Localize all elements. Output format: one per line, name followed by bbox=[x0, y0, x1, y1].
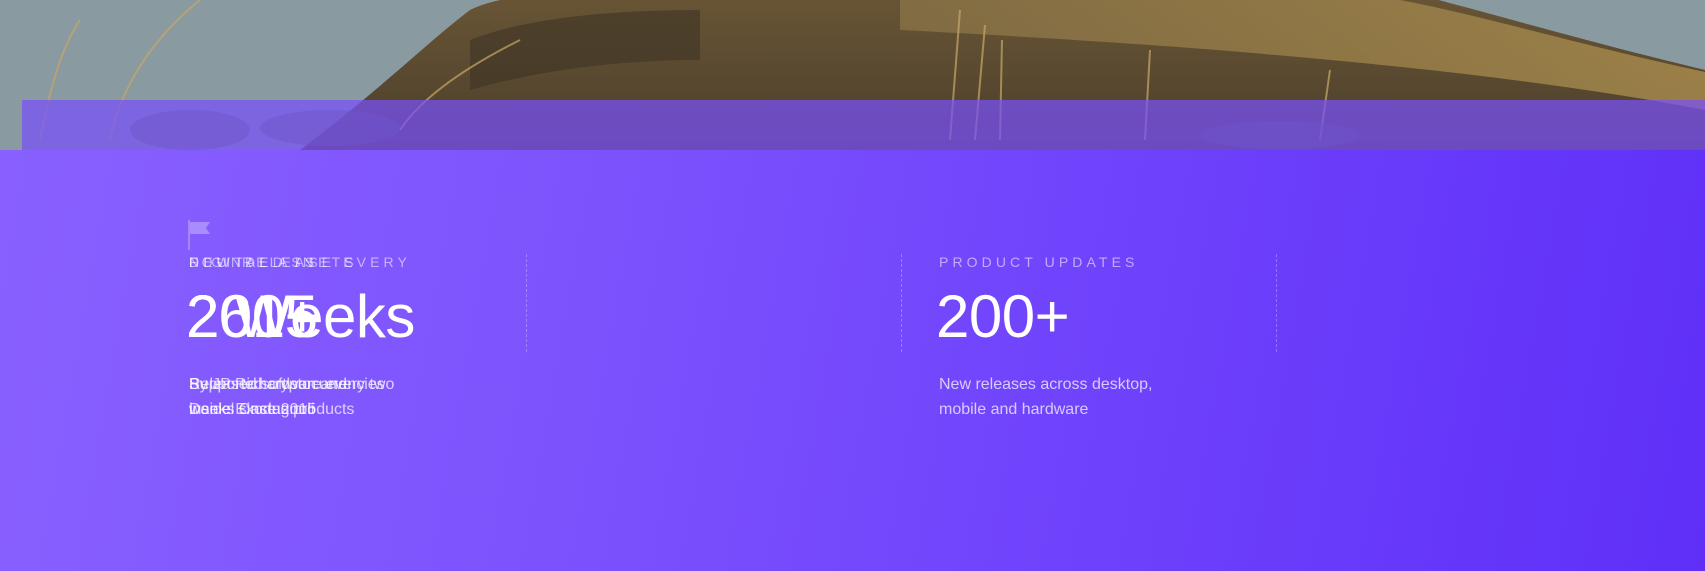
stat-description: Supported cryptocurrencies inside Exodus… bbox=[189, 372, 419, 422]
stat-divider bbox=[1276, 254, 1277, 352]
stats-row: FOUNDED IN 2015 By JP Richardson and Dan… bbox=[186, 254, 1689, 454]
stat-divider bbox=[901, 254, 902, 352]
flag-icon bbox=[188, 220, 210, 250]
stats-panel: FOUNDED IN 2015 By JP Richardson and Dan… bbox=[0, 150, 1705, 571]
stat-description-line: mobile and hardware bbox=[939, 401, 1089, 418]
hero-overlay-band bbox=[22, 100, 1705, 150]
stat-divider bbox=[526, 254, 527, 352]
stat-value: 200+ bbox=[936, 283, 1070, 350]
stat-description: New releases across desktop, mobile and … bbox=[939, 372, 1169, 422]
stat-description-line: New releases across desktop, bbox=[939, 376, 1153, 393]
stat-label: PRODUCT UPDATES bbox=[939, 254, 1139, 270]
stat-value: 260+ bbox=[186, 283, 320, 350]
stat-description-line: Supported cryptocurrencies bbox=[189, 376, 385, 393]
page: FOUNDED IN 2015 By JP Richardson and Dan… bbox=[0, 0, 1705, 571]
stat-description-line: inside Exodus products bbox=[189, 401, 355, 418]
stat-digital-assets: DIGITAL ASSETS 260+ Supported cryptocurr… bbox=[186, 254, 519, 454]
stat-product-updates: PRODUCT UPDATES 200+ New releases across… bbox=[936, 254, 1269, 454]
stat-label: DIGITAL ASSETS bbox=[189, 254, 358, 270]
